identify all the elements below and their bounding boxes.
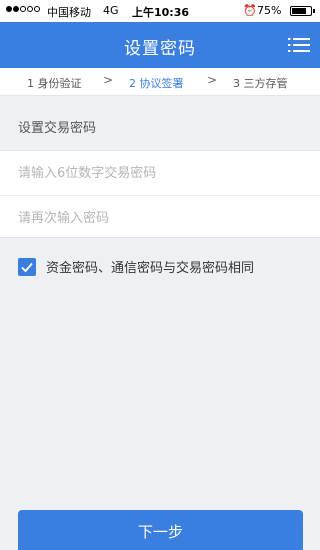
alarm-clock-icon: ⏰: [243, 4, 257, 17]
step-third-party-custody: 3 三方存管: [233, 77, 288, 90]
section-title: 设置交易密码: [18, 121, 97, 136]
confirm-row: [0, 195, 320, 239]
same-password-option[interactable]: 资金密码、通信密码与交易密码相同: [18, 257, 254, 276]
trade-password-input[interactable]: [18, 161, 298, 185]
same-password-checkbox[interactable]: [18, 257, 36, 276]
carrier-name: 中国移动: [47, 6, 91, 19]
page-title: 设置密码: [124, 39, 196, 59]
network-type: 4G: [103, 4, 119, 17]
step-indicator: 1 身份验证 > 2 协议签署 > 3 三方存管: [0, 68, 320, 96]
app-header: 设置密码: [0, 22, 320, 68]
signal-strength-icon: [6, 6, 40, 12]
confirm-password-input[interactable]: [18, 206, 298, 230]
step-identity-verification: 1 身份验证: [27, 77, 82, 90]
checkmark-icon: [21, 262, 33, 272]
next-step-label: 下一步: [137, 523, 183, 541]
chevron-right-icon: >: [103, 73, 114, 87]
status-time: 上午10:36: [132, 6, 190, 19]
chevron-right-icon: >: [207, 73, 218, 87]
password-form: [0, 150, 320, 238]
status-bar: 中国移动 4G 上午10:36 ⏰ 75%: [0, 0, 320, 22]
next-step-button[interactable]: 下一步: [18, 510, 303, 550]
list-menu-icon[interactable]: [288, 37, 310, 53]
battery-icon: [290, 6, 315, 16]
battery-percent: 75%: [257, 4, 282, 17]
password-row: [0, 151, 320, 195]
step-agreement-signing: 2 协议签署: [129, 77, 184, 90]
same-password-label: 资金密码、通信密码与交易密码相同: [46, 261, 255, 276]
